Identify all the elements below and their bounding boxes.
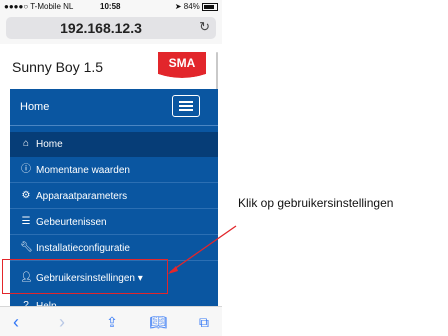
annotation-text: Klik op gebruikersinstellingen xyxy=(238,196,394,210)
annotation-arrow xyxy=(168,225,237,274)
